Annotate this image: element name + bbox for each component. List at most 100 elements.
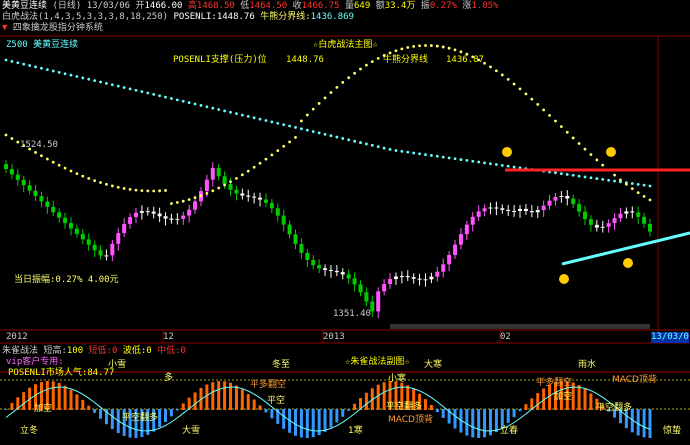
yellow-dot — [134, 188, 138, 192]
cyan-dot — [16, 61, 20, 65]
sub-bar — [169, 409, 173, 417]
candle-body — [476, 211, 481, 217]
sub-signal-label: 雨水 — [578, 360, 597, 370]
yellow-dot — [175, 201, 179, 204]
candle-body — [163, 216, 168, 219]
sub-bar — [364, 392, 368, 410]
yellow-dot — [288, 140, 291, 144]
cyan-dot — [240, 113, 244, 117]
yellow-dot — [311, 107, 315, 111]
yellow-dot — [589, 153, 593, 156]
candle-body — [311, 259, 316, 266]
sub-bar — [252, 399, 256, 410]
cyan-dot — [28, 64, 32, 67]
yellow-dot — [577, 142, 581, 145]
cyan-dot — [636, 182, 640, 186]
cyan-dot — [146, 91, 150, 95]
candle-body — [80, 233, 85, 240]
sub-signal-label: 立春 — [500, 426, 519, 436]
candle-body — [648, 223, 652, 232]
candle-body — [346, 274, 351, 279]
sub-signal-label: 惊蛰 — [663, 426, 682, 436]
sub-bar — [506, 409, 510, 423]
cyan-dot — [418, 152, 421, 156]
yellow-dot — [240, 173, 244, 177]
candle-body — [157, 213, 162, 217]
cyan-dot — [87, 77, 91, 81]
yellow-dot — [506, 77, 510, 81]
yellow-dot — [282, 144, 286, 148]
yellow-dot — [51, 160, 55, 164]
candle-body — [4, 164, 8, 170]
sub-bar — [4, 409, 8, 410]
sub-signal-label: 加空 — [34, 404, 53, 414]
yellow-dot — [294, 136, 297, 139]
yellow-dot — [341, 81, 345, 84]
candle-body — [275, 208, 280, 216]
sub-bar — [282, 409, 286, 429]
cyan-dot — [134, 88, 138, 92]
candle-body — [187, 209, 192, 216]
sub-bar — [341, 409, 345, 417]
candle-body — [175, 218, 180, 220]
yellow-dot — [630, 187, 634, 191]
cyan-dot — [441, 155, 445, 159]
candle-body — [193, 201, 198, 210]
candle-body — [151, 211, 156, 214]
candle-body — [470, 216, 475, 225]
candle-body — [529, 211, 534, 213]
candle-body — [565, 195, 570, 199]
candle-body — [293, 234, 298, 245]
yellow-dot — [542, 108, 546, 112]
sub-bar — [10, 402, 14, 410]
price-high-label: 1524.50 — [20, 140, 58, 150]
cyan-dot — [305, 128, 309, 132]
yellow-dot — [453, 48, 457, 52]
candle-body — [133, 212, 138, 218]
sub-bar — [512, 409, 516, 418]
yellow-dot — [110, 184, 114, 188]
sub-signal-label: 加空 — [554, 392, 573, 402]
cyan-dot — [93, 79, 97, 83]
yellow-dot — [459, 50, 463, 54]
yellow-dot — [418, 44, 421, 48]
cyan-dot — [400, 149, 404, 153]
cyan-dot — [323, 132, 327, 136]
sub-bar — [264, 409, 268, 413]
sub-bar — [335, 409, 339, 423]
candle-body — [269, 202, 274, 209]
cyan-dot — [22, 62, 26, 66]
candle-body — [588, 219, 593, 225]
cyan-dot — [57, 70, 61, 74]
sub-bar — [299, 409, 303, 438]
candle-body — [258, 197, 263, 200]
candle-body — [323, 268, 328, 271]
candle-body — [240, 193, 245, 196]
candle-body — [45, 201, 50, 207]
cyan-dot — [335, 135, 339, 139]
cyan-dot — [246, 115, 250, 118]
sub-signal-label: 平空翻多 — [596, 403, 633, 413]
candle-body — [376, 291, 381, 312]
candle-body — [482, 208, 487, 212]
cyan-dot — [10, 59, 14, 63]
sub-signal-label: 大雪 — [182, 426, 201, 436]
candle-body — [464, 224, 469, 235]
cyan-dot — [648, 184, 652, 188]
smiley-icon — [606, 147, 616, 157]
yellow-dot — [323, 96, 327, 100]
yellow-dot — [447, 46, 451, 50]
boundary-label: 牛熊分界线 — [383, 55, 429, 65]
sub-bar — [93, 409, 97, 413]
candle-body — [216, 168, 221, 177]
cyan-dot — [199, 104, 203, 107]
yellow-dot — [412, 45, 416, 48]
sub-bar — [63, 385, 67, 410]
yellow-dot — [87, 177, 91, 180]
cyan-dot — [365, 142, 368, 146]
cyan-dot — [258, 117, 262, 121]
short-low-label: 短低: — [88, 346, 112, 356]
yellow-dot — [359, 67, 362, 71]
sub-bar — [353, 403, 357, 410]
cyan-dot — [223, 109, 227, 113]
